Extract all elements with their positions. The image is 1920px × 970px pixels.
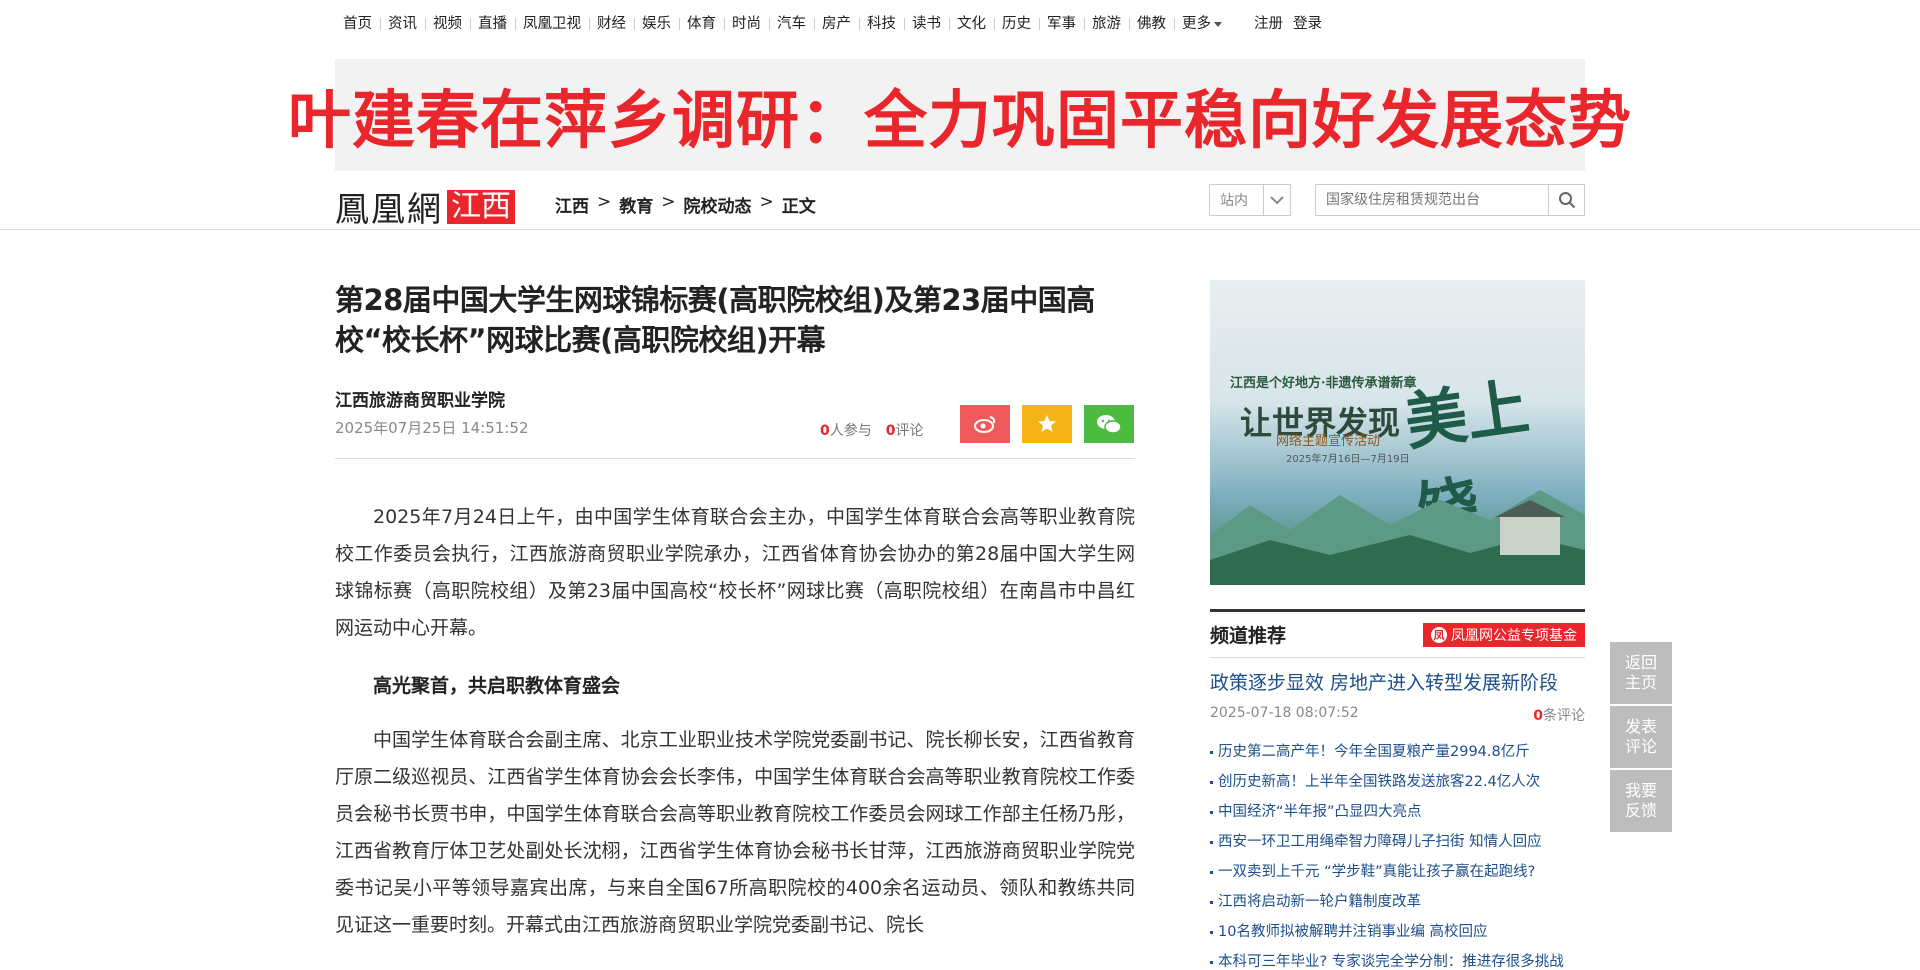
breadcrumb-jiangxi[interactable]: 江西 bbox=[555, 192, 589, 217]
nav-item-live[interactable]: 直播 bbox=[470, 0, 515, 48]
share-wechat-button[interactable] bbox=[1083, 405, 1134, 443]
list-item[interactable]: 10名教师拟被解聘并注销事业编 高校回应 bbox=[1210, 917, 1585, 947]
breadcrumb-separator: > bbox=[661, 192, 676, 212]
article-divider bbox=[335, 458, 1135, 459]
list-item[interactable]: 西安一环卫工用绳牵智力障碍儿子扫街 知情人回应 bbox=[1210, 827, 1585, 857]
breadcrumb-education[interactable]: 教育 bbox=[619, 192, 653, 217]
nav-item-books[interactable]: 读书 bbox=[904, 0, 949, 48]
breadcrumb-separator: > bbox=[759, 192, 774, 212]
nav-item-sports[interactable]: 体育 bbox=[679, 0, 724, 48]
top-nav: 首页 资讯 视频 直播 凤凰卫视 财经 娱乐 体育 时尚 汽车 房产 科技 读书… bbox=[335, 0, 1322, 48]
register-link[interactable]: 注册 bbox=[1254, 0, 1283, 48]
headline-banner[interactable]: 叶建春在萍乡调研：全力巩固平稳向好发展态势 bbox=[288, 59, 1631, 171]
floating-toolbar: 返回主页 发表评论 我要反馈 bbox=[1610, 642, 1672, 834]
sidebar: 江西是个好地方·非遗传承谱新章 让世界发现 美上饶 网络主题宣传活动 2025年… bbox=[1210, 280, 1585, 970]
list-item[interactable]: 江西将启动新一轮户籍制度改革 bbox=[1210, 887, 1585, 917]
list-item[interactable]: 中国经济“半年报”凸显四大亮点 bbox=[1210, 797, 1585, 827]
breadcrumb-separator: > bbox=[597, 192, 612, 212]
feedback-button[interactable]: 我要反馈 bbox=[1610, 770, 1672, 832]
comments-count[interactable]: 0评论 bbox=[886, 420, 924, 440]
nav-item-culture[interactable]: 文化 bbox=[949, 0, 994, 48]
search-scope-select[interactable]: 站内 bbox=[1209, 184, 1291, 216]
nav-item-auto[interactable]: 汽车 bbox=[769, 0, 814, 48]
nav-more-dropdown[interactable]: 更多 bbox=[1174, 0, 1230, 48]
search-input[interactable] bbox=[1316, 185, 1548, 215]
recommended-list: 历史第二高产年！今年全国夏粮产量2994.8亿斤 创历史新高！上半年全国铁路发送… bbox=[1210, 737, 1585, 970]
nav-item-travel[interactable]: 旅游 bbox=[1084, 0, 1129, 48]
caret-down-icon bbox=[1214, 21, 1222, 27]
engagement-counts: 0人参与 0评论 bbox=[820, 420, 924, 440]
login-link[interactable]: 登录 bbox=[1293, 0, 1322, 48]
ad-banner[interactable]: 江西是个好地方·非遗传承谱新章 让世界发现 美上饶 网络主题宣传活动 2025年… bbox=[1210, 280, 1585, 585]
channel-header: 频道推荐 凤 凤凰网公益专项基金 bbox=[1210, 612, 1585, 658]
nav-item-phoenix-tv[interactable]: 凤凰卫视 bbox=[515, 0, 589, 48]
nav-item-home[interactable]: 首页 bbox=[335, 0, 380, 48]
nav-item-news[interactable]: 资讯 bbox=[380, 0, 425, 48]
account-links: 注册 登录 bbox=[1254, 0, 1322, 48]
list-item[interactable]: 本科可三年毕业? 专家谈完全学分制：推进存很多挑战 bbox=[1210, 947, 1585, 970]
list-item[interactable]: 历史第二高产年！今年全国夏粮产量2994.8亿斤 bbox=[1210, 737, 1585, 767]
site-header: 鳳凰網 江西 江西 > 教育 > 院校动态 > 正文 站内 bbox=[335, 178, 1585, 230]
search-scope-label: 站内 bbox=[1220, 193, 1248, 209]
banner-headline: 叶建春在萍乡调研：全力巩固平稳向好发展态势 bbox=[288, 83, 1632, 157]
featured-story-link[interactable]: 政策逐步显效 房地产进入转型发展新阶段 bbox=[1210, 668, 1585, 695]
post-comment-button[interactable]: 发表评论 bbox=[1610, 706, 1672, 768]
channel-title: 频道推荐 bbox=[1210, 625, 1287, 647]
article-actions: 0人参与 0评论 bbox=[820, 405, 1134, 443]
article-paragraph: 中国学生体育联合会副主席、北京工业职业技术学院党委副书记、院长柳长安，江西省教育… bbox=[335, 729, 1135, 936]
breadcrumb-current: 正文 bbox=[781, 197, 816, 217]
search-button[interactable] bbox=[1548, 185, 1584, 215]
phoenix-logo-icon: 凤 bbox=[1431, 626, 1447, 643]
logo-region: 江西 bbox=[447, 189, 515, 224]
nav-item-history[interactable]: 历史 bbox=[994, 0, 1039, 48]
article-subheading: 高光聚首，共启职教体育盛会 bbox=[373, 675, 621, 697]
list-item[interactable]: 创历史新高！上半年全国铁路发送旅客22.4亿人次 bbox=[1210, 767, 1585, 797]
article-paragraph: 2025年7月24日上午，由中国学生体育联合会主办，中国学生体育联合会高等职业教… bbox=[335, 506, 1135, 639]
participants-count[interactable]: 0人参与 bbox=[820, 420, 872, 440]
charity-fund-label: 凤凰网公益专项基金 bbox=[1451, 627, 1577, 644]
ad-tagline: 江西是个好地方·非遗传承谱新章 bbox=[1230, 376, 1417, 391]
breadcrumb: 江西 > 教育 > 院校动态 > 正文 bbox=[555, 192, 816, 217]
breadcrumb-college-news[interactable]: 院校动态 bbox=[684, 192, 752, 217]
search-box bbox=[1315, 184, 1585, 216]
wechat-icon bbox=[1096, 415, 1122, 434]
nav-more-label: 更多 bbox=[1182, 16, 1211, 32]
article: 第28届中国大学生网球锦标赛(高职院校组)及第23届中国高校“校长杯”网球比赛(… bbox=[335, 280, 1135, 944]
mountain-landscape-image bbox=[1210, 490, 1585, 585]
nav-item-military[interactable]: 军事 bbox=[1039, 0, 1084, 48]
back-to-home-button[interactable]: 返回主页 bbox=[1610, 642, 1672, 704]
chevron-down-icon bbox=[1262, 185, 1290, 215]
ad-subtitle: 网络主题宣传活动 bbox=[1276, 434, 1381, 449]
charity-fund-link[interactable]: 凤 凤凰网公益专项基金 bbox=[1423, 622, 1585, 647]
weibo-icon bbox=[973, 416, 995, 433]
list-item[interactable]: 一双卖到上千元 “学步鞋”真能让孩子赢在起跑线? bbox=[1210, 857, 1585, 887]
featured-story-time: 2025-07-18 08:07:52 bbox=[1210, 705, 1359, 721]
header-divider bbox=[0, 229, 1920, 230]
search-icon bbox=[1558, 192, 1575, 209]
favorite-button[interactable] bbox=[1021, 405, 1072, 443]
logo-text: 鳳凰網 bbox=[335, 190, 443, 230]
ad-date: 2025年7月16日—7月19日 bbox=[1286, 454, 1410, 465]
share-weibo-button[interactable] bbox=[959, 405, 1010, 443]
nav-item-video[interactable]: 视频 bbox=[425, 0, 470, 48]
nav-item-finance[interactable]: 财经 bbox=[589, 0, 634, 48]
featured-story-comments[interactable]: 0条评论 bbox=[1533, 705, 1585, 725]
nav-item-fashion[interactable]: 时尚 bbox=[724, 0, 769, 48]
nav-item-tech[interactable]: 科技 bbox=[859, 0, 904, 48]
nav-item-house[interactable]: 房产 bbox=[814, 0, 859, 48]
site-logo[interactable]: 鳳凰網 江西 bbox=[335, 182, 515, 231]
nav-item-entertainment[interactable]: 娱乐 bbox=[634, 0, 679, 48]
featured-story-meta: 2025-07-18 08:07:52 0条评论 bbox=[1210, 705, 1585, 725]
star-icon bbox=[1037, 415, 1056, 432]
nav-item-buddhism[interactable]: 佛教 bbox=[1129, 0, 1174, 48]
article-title: 第28届中国大学生网球锦标赛(高职院校组)及第23届中国高校“校长杯”网球比赛(… bbox=[335, 283, 1095, 357]
